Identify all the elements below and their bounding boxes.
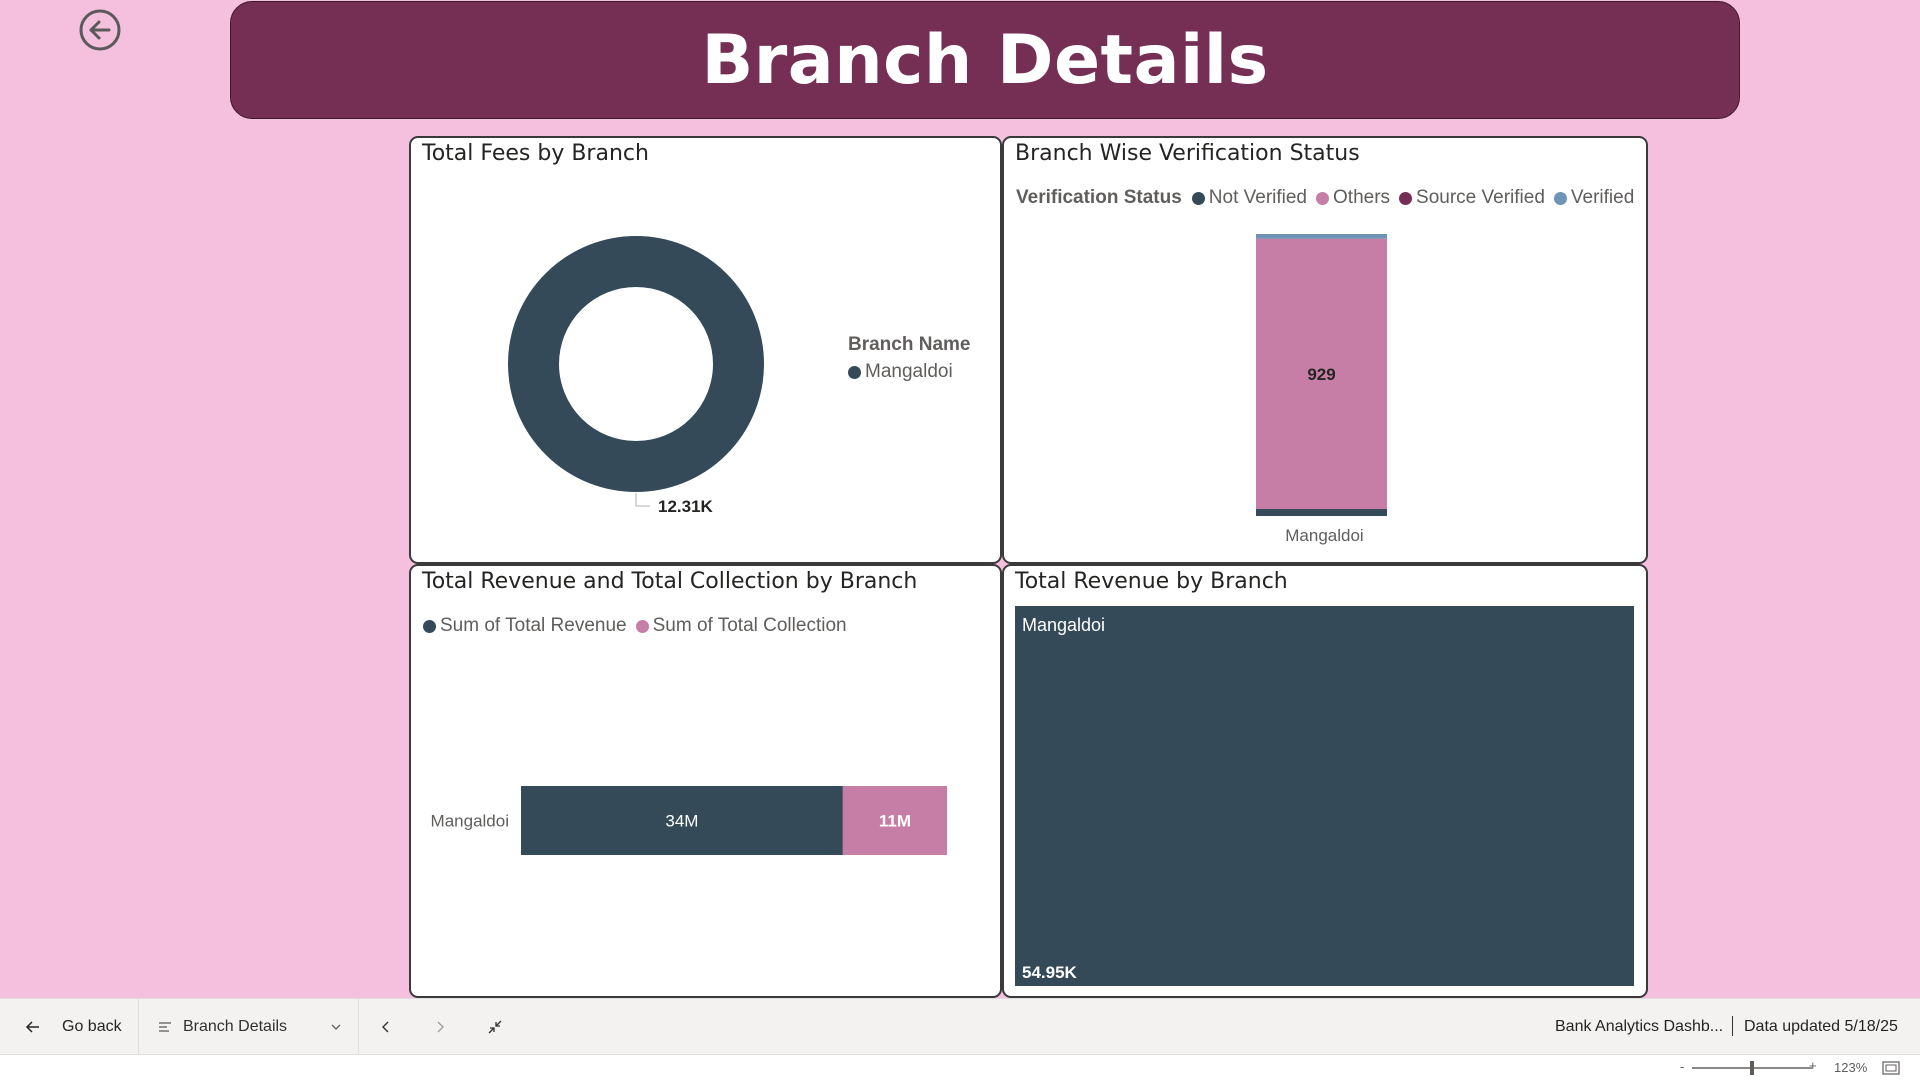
go-back-button[interactable]: Go back <box>24 999 122 1055</box>
data-label: 54.95K <box>1022 963 1078 982</box>
back-arrow-button[interactable] <box>78 8 122 52</box>
data-label: 12.31K <box>658 497 714 516</box>
data-label-leader-line <box>635 493 650 507</box>
total-revenue-card: Total Revenue by Branch Mangaldoi 54.95K <box>1002 564 1648 998</box>
x-tick-label: Mangaldoi <box>1285 526 1363 545</box>
next-page-button[interactable] <box>432 999 448 1055</box>
zoom-status-bar: - + 123% <box>0 1054 1920 1081</box>
data-updated-status: Data updated 5/18/25 <box>1744 999 1898 1055</box>
chevron-left-icon <box>382 1021 389 1033</box>
exit-fullscreen-button[interactable] <box>487 999 503 1055</box>
report-footer: Go back Branch Details Bank Analytics Da… <box>0 998 1920 1055</box>
arrow-left-icon <box>25 1021 39 1033</box>
divider <box>1732 1016 1733 1036</box>
page-selector-dropdown[interactable]: Branch Details <box>157 999 343 1055</box>
legend-title: Branch Name <box>848 334 971 355</box>
data-label: 11M <box>879 812 911 831</box>
legend-label: Mangaldoi <box>865 361 953 382</box>
zoom-level: 123% <box>1834 1060 1868 1075</box>
revenue-collection-card: Total Revenue and Total Collection by Br… <box>409 564 1002 998</box>
previous-page-button[interactable] <box>378 999 394 1055</box>
donut-slice-mangaldoi <box>508 236 764 492</box>
treemap-tile-label: Mangaldoi <box>1022 615 1105 635</box>
donut-legend: Branch Name Mangaldoi <box>848 334 971 383</box>
zoom-slider-thumb[interactable] <box>1750 1061 1754 1075</box>
total-fees-card: Total Fees by Branch 12.31K Branch Name … <box>409 136 1002 564</box>
divider <box>358 999 359 1055</box>
data-updated-label: Data updated 5/18/25 <box>1744 1018 1898 1035</box>
stacked-column-chart: 929 Mangaldoi <box>1256 234 1387 545</box>
treemap-tile-mangaldoi <box>1015 606 1634 986</box>
legend-dot <box>848 365 861 379</box>
legend-item-mangaldoi[interactable]: Mangaldoi <box>848 361 962 383</box>
zoom-out-button[interactable]: - <box>1680 1059 1684 1074</box>
title-banner: Branch Details <box>230 1 1740 119</box>
data-label: 929 <box>1307 365 1335 384</box>
stacked-bar-chart: 34M 11M Mangaldoi <box>431 786 947 855</box>
collapse-icon <box>488 1020 502 1034</box>
verification-status-card: Branch Wise Verification Status Verifica… <box>1002 136 1648 564</box>
page-title: Branch Details <box>701 20 1269 100</box>
column-segment-not-verified <box>1256 509 1387 516</box>
divider <box>138 999 139 1055</box>
fit-to-page-icon[interactable] <box>1882 1061 1900 1075</box>
circle-arrow-left-icon <box>79 9 121 51</box>
chevron-down-icon <box>331 1024 341 1030</box>
go-back-label: Go back <box>62 1018 122 1035</box>
column-segment-verified <box>1256 234 1387 239</box>
page-list-icon <box>159 1022 171 1032</box>
report-name-label: Bank Analytics Dashb... <box>1555 1018 1724 1035</box>
data-label: 34M <box>665 812 698 831</box>
chevron-right-icon <box>437 1021 444 1033</box>
zoom-in-button[interactable]: + <box>1809 1058 1817 1073</box>
report-name: Bank Analytics Dashb... <box>1555 999 1723 1055</box>
treemap-chart: Mangaldoi 54.95K <box>1015 606 1634 986</box>
zoom-slider[interactable] <box>1692 1061 1812 1075</box>
y-tick-label: Mangaldoi <box>431 812 509 831</box>
page-name-label: Branch Details <box>183 1018 288 1035</box>
